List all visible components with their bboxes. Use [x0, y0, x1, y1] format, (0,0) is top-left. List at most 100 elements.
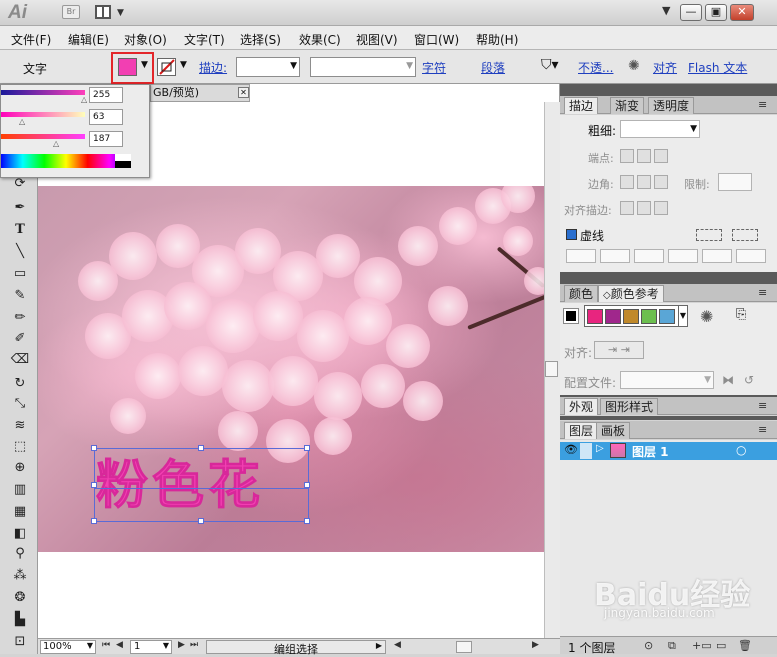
resize-handle[interactable]	[304, 518, 310, 524]
scale-tool-icon[interactable]: ⤡	[9, 396, 31, 414]
panel-header[interactable]	[560, 272, 777, 284]
square-cap-button[interactable]	[654, 149, 668, 163]
eraser-tool-icon[interactable]: ⌫	[9, 352, 31, 370]
tool-status[interactable]: 编组选择 ▶	[206, 640, 386, 656]
font-family-field[interactable]: ▼	[310, 57, 416, 77]
zoom-select[interactable]: 100% ▼	[40, 640, 96, 654]
menu-edit[interactable]: 编辑(E)	[68, 31, 109, 48]
dash-field[interactable]	[634, 249, 664, 263]
stroke-link[interactable]: 描边:	[199, 59, 227, 76]
profile-select[interactable]: ▼	[620, 371, 714, 389]
eyedropper-tool-icon[interactable]: ⚲	[9, 546, 31, 564]
warp-tool-icon[interactable]: ≋	[9, 418, 31, 436]
artboard-tool-icon[interactable]: ⊡	[9, 634, 31, 652]
shape-builder-tool-icon[interactable]: ⊕	[9, 460, 31, 478]
dash-field[interactable]	[566, 249, 596, 263]
character-link[interactable]: 字符	[422, 59, 446, 76]
stroke-weight-field[interactable]: ▼	[236, 57, 300, 77]
color-spectrum-bar[interactable]	[1, 154, 131, 168]
round-join-button[interactable]	[637, 175, 651, 189]
menu-view[interactable]: 视图(V)	[356, 31, 398, 48]
tab-transparency[interactable]: 透明度	[648, 97, 695, 114]
pen-tool-icon[interactable]: ✒	[9, 200, 31, 218]
resize-handle[interactable]	[91, 518, 97, 524]
locate-object-icon[interactable]: ⊙	[644, 639, 653, 652]
flash-text-link[interactable]: Flash 文本	[688, 59, 747, 76]
green-value-field[interactable]: 63	[89, 109, 123, 125]
envelope-icon[interactable]: ⛉▾	[541, 57, 571, 77]
stroke-dropdown-icon[interactable]: ▼	[180, 60, 187, 70]
recolor-icon[interactable]: ✺	[628, 58, 640, 74]
harmony-swatch[interactable]	[587, 309, 603, 324]
tab-stroke[interactable]: 描边	[564, 97, 599, 114]
column-graph-tool-icon[interactable]: ▙	[9, 612, 31, 630]
save-group-icon[interactable]: ⎘	[736, 307, 746, 322]
pencil-tool-icon[interactable]: ✏	[9, 310, 31, 328]
tab-layers[interactable]: 图层	[564, 422, 599, 439]
line-tool-icon[interactable]: ╲	[9, 244, 31, 262]
first-artboard-icon[interactable]: ⏮	[102, 640, 110, 650]
layer-name[interactable]: 图层 1	[632, 443, 669, 460]
scroll-left-icon[interactable]: ◀	[394, 640, 401, 650]
dash-field[interactable]	[702, 249, 732, 263]
maximize-button[interactable]: ▣	[705, 4, 727, 21]
blue-slider[interactable]	[1, 134, 85, 139]
miter-join-button[interactable]	[620, 175, 634, 189]
new-sublayer-icon[interactable]: +▭	[692, 639, 712, 652]
tab-gradient[interactable]: 渐变	[610, 97, 645, 114]
slider-thumb-icon[interactable]: △	[81, 95, 87, 104]
lock-toggle[interactable]	[580, 443, 592, 459]
harmony-swatch[interactable]	[605, 309, 621, 324]
scroll-right-icon[interactable]: ▶	[532, 640, 539, 650]
base-color-swatch[interactable]	[563, 308, 579, 324]
align-outside-button[interactable]	[654, 201, 668, 215]
target-circle-icon[interactable]: ○	[736, 443, 746, 457]
symbol-sprayer-tool-icon[interactable]: ❂	[9, 590, 31, 608]
graph-tool-icon[interactable]: ▥	[9, 482, 31, 500]
layer-row[interactable]: 👁 ▷ 图层 1 ○	[560, 442, 777, 460]
paintbrush-tool-icon[interactable]: ✎	[9, 288, 31, 306]
tab-artboards[interactable]: 画板	[596, 422, 631, 439]
black-white-swatch[interactable]	[115, 154, 131, 168]
lasso-tool-icon[interactable]: ⟳	[9, 176, 31, 194]
round-cap-button[interactable]	[637, 149, 651, 163]
red-value-field[interactable]: 255	[89, 87, 123, 103]
red-slider[interactable]	[1, 90, 85, 95]
gap-field[interactable]	[668, 249, 698, 263]
align-inside-button[interactable]	[637, 201, 651, 215]
scrollbar-thumb[interactable]	[545, 361, 558, 377]
gap-field[interactable]	[736, 249, 766, 263]
panel-menu-icon[interactable]: ≡	[758, 423, 767, 436]
harmony-dropdown-icon[interactable]: ▼	[678, 305, 688, 327]
new-layer-icon[interactable]: ▭	[716, 639, 726, 652]
selection-bounding-box[interactable]	[91, 445, 310, 524]
free-transform-tool-icon[interactable]: ⬚	[9, 439, 31, 457]
menu-effect[interactable]: 效果(C)	[299, 31, 341, 48]
panel-menu-icon[interactable]: ≡	[758, 98, 767, 111]
butt-cap-button[interactable]	[620, 149, 634, 163]
tab-color[interactable]: 颜色	[564, 285, 599, 302]
opacity-link[interactable]: 不透...	[578, 59, 613, 76]
tab-appearance[interactable]: 外观	[564, 398, 599, 415]
dash-preset-2[interactable]	[732, 229, 758, 241]
type-tool-icon[interactable]: T	[9, 222, 31, 240]
reset-icon[interactable]: ↺	[744, 373, 754, 387]
menu-file[interactable]: 文件(F)	[11, 31, 51, 48]
gradient-tool-icon[interactable]: ◧	[9, 526, 31, 544]
menu-help[interactable]: 帮助(H)	[476, 31, 518, 48]
align-options[interactable]: ⇥ ⇥	[594, 341, 644, 359]
clipping-mask-icon[interactable]: ⧉	[668, 639, 676, 653]
mesh-tool-icon[interactable]: ▦	[9, 504, 31, 522]
panel-menu-icon[interactable]: ≡	[758, 286, 767, 299]
resize-handle[interactable]	[304, 445, 310, 451]
paragraph-link[interactable]: 段落	[481, 59, 505, 76]
harmony-swatch[interactable]	[659, 309, 675, 324]
prev-artboard-icon[interactable]: ◀	[116, 640, 123, 650]
minimize-button[interactable]: —	[680, 4, 702, 21]
dash-preset-1[interactable]	[696, 229, 722, 241]
panel-menu-icon[interactable]: ≡	[758, 399, 767, 412]
tab-color-guide[interactable]: ◇颜色参考	[598, 285, 664, 302]
delete-layer-icon[interactable]: 🗑	[738, 639, 752, 652]
stroke-weight-input[interactable]: ▼	[620, 120, 700, 138]
slider-thumb-icon[interactable]: △	[53, 139, 59, 148]
